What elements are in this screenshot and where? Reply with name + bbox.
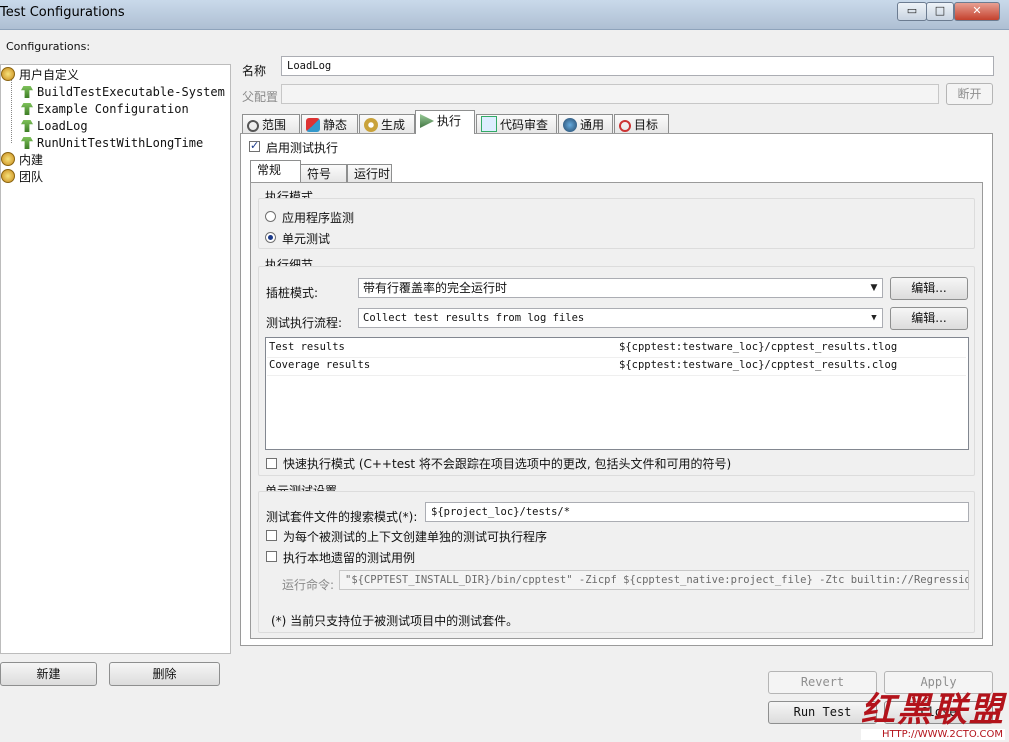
common-icon (563, 118, 577, 132)
instrument-mode-select[interactable]: 带有行覆盖率的完全运行时 ▼ (358, 278, 883, 298)
watermark-url: HTTP://WWW.2CTO.COM (861, 729, 1005, 740)
param-value: ${cpptest:testware_loc}/cpptest_results.… (619, 359, 898, 371)
tree-item-config[interactable]: RunUnitTestWithLongTime (21, 135, 203, 151)
suite-pattern-label: 测试套件文件的搜索模式(*): (266, 510, 418, 524)
tree-category-user-defined[interactable]: 用户自定义 (1, 67, 79, 83)
name-label: 名称 (242, 64, 267, 78)
watermark-logo: 红黑联盟 (861, 690, 1005, 730)
title-bar: Test Configurations ▭ □ ✕ (0, 0, 1009, 30)
edit-flow-button[interactable]: 编辑... (890, 307, 968, 330)
configurations-header: Configurations: (6, 40, 91, 53)
unit-test-note: (*) 当前只支持位于被测试项目中的测试套件。 (271, 614, 519, 628)
new-button[interactable]: 新建 (0, 662, 97, 686)
enable-execution-label: 启用测试执行 (266, 141, 339, 155)
config-icon (21, 137, 33, 149)
window-title: Test Configurations (0, 5, 125, 20)
watermark: 红黑联盟 HTTP://WWW.2CTO.COM (861, 691, 1005, 740)
static-analysis-icon (306, 118, 320, 132)
run-command-input: "${CPPTEST_INSTALL_DIR}/bin/cpptest" -Zi… (339, 570, 969, 590)
parent-field (281, 84, 939, 104)
tree-item-config-selected[interactable]: LoadLog (21, 118, 88, 134)
config-icon (21, 86, 33, 98)
folder-icon (1, 152, 15, 166)
execution-mode-group (258, 198, 975, 249)
param-name: Test results (269, 341, 345, 353)
tab-execute[interactable]: 执行 (415, 110, 475, 134)
fast-mode-checkbox[interactable] (266, 458, 277, 469)
suite-pattern-input[interactable]: ${project_loc}/tests/* (425, 502, 969, 522)
close-icon: ✕ (972, 4, 982, 17)
config-icon (21, 103, 33, 115)
execution-parameters-table[interactable]: Test results ${cpptest:testware_loc}/cpp… (265, 337, 969, 450)
run-command-label: 运行命令: (282, 578, 335, 592)
minimize-button[interactable]: ▭ (897, 2, 927, 21)
fast-mode-label: 快速执行模式 (C++test 将不会跟踪在项目选项中的更改, 包括头文件和可用… (283, 457, 732, 471)
separate-executable-checkbox[interactable] (266, 530, 277, 541)
configuration-tree[interactable]: 用户自定义 BuildTestExecutable-System Example… (0, 64, 231, 654)
parent-label: 父配置 (242, 90, 279, 104)
config-icon (21, 120, 33, 132)
edit-instrument-button[interactable]: 编辑... (890, 277, 968, 300)
folder-icon (1, 67, 15, 81)
run-icon (420, 114, 434, 128)
tree-category-team[interactable]: 团队 (1, 169, 43, 185)
table-row[interactable]: Coverage results ${cpptest:testware_loc}… (267, 357, 966, 376)
review-icon (481, 116, 497, 132)
target-icon (619, 120, 631, 132)
maximize-icon: □ (934, 4, 946, 17)
maximize-button[interactable]: □ (926, 2, 954, 21)
local-legacy-checkbox[interactable] (266, 551, 277, 562)
dropdown-arrow-icon: ▼ (871, 313, 877, 323)
tree-item-config[interactable]: BuildTestExecutable-System (21, 84, 225, 100)
dropdown-arrow-icon: ▼ (870, 283, 878, 293)
execution-flow-label: 测试执行流程: (266, 316, 343, 330)
delete-button[interactable]: 删除 (109, 662, 220, 686)
subtab-symbols[interactable]: 符号 (300, 164, 347, 184)
radio-unit-test-label: 单元测试 (282, 232, 331, 246)
param-value: ${cpptest:testware_loc}/cpptest_results.… (619, 341, 898, 353)
close-window-button[interactable]: ✕ (954, 2, 1000, 21)
folder-icon (1, 169, 15, 183)
param-name: Coverage results (269, 359, 371, 371)
subtab-general[interactable]: 常规 (250, 160, 301, 182)
radio-unit-test[interactable] (265, 232, 276, 243)
radio-app-monitor-label: 应用程序监测 (282, 211, 355, 225)
tree-item-config[interactable]: Example Configuration (21, 101, 189, 117)
subtab-runtime[interactable]: 运行时 (347, 164, 392, 184)
table-row[interactable]: Test results ${cpptest:testware_loc}/cpp… (267, 339, 966, 358)
separate-executable-label: 为每个被测试的上下文创建单独的测试可执行程序 (283, 530, 548, 544)
name-field[interactable]: LoadLog (281, 56, 994, 76)
tree-category-builtin[interactable]: 内建 (1, 152, 43, 168)
gear-icon (364, 118, 378, 132)
local-legacy-label: 执行本地遗留的测试用例 (283, 551, 416, 565)
magnifier-icon (247, 120, 259, 132)
instrument-mode-label: 插桩模式: (266, 286, 319, 300)
radio-app-monitor[interactable] (265, 211, 276, 222)
enable-execution-checkbox[interactable] (249, 139, 260, 152)
disconnect-button[interactable]: 断开 (946, 83, 993, 105)
minimize-icon: ▭ (906, 4, 918, 17)
execution-flow-select[interactable]: Collect test results from log files ▼ (358, 308, 883, 328)
